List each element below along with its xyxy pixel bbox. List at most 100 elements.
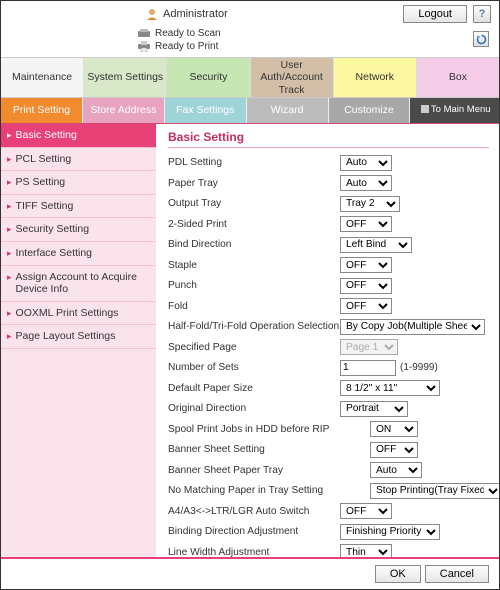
setting-select-16[interactable]: Stop Printing(Tray Fixed) [370,483,499,499]
tab-secondary-3[interactable]: Wizard [247,98,329,123]
setting-row-16: No Matching Paper in Tray SettingStop Pr… [168,482,489,499]
setting-label: Output Tray [168,198,340,209]
tab-secondary-4[interactable]: Customize [329,98,411,123]
tab-primary-3[interactable]: User Auth/Account Track [251,58,334,97]
sidebar-item-label: Basic Setting [16,129,77,142]
setting-label: Paper Tray [168,178,340,189]
setting-row-0: PDL SettingAuto [168,154,489,171]
printer-icon [137,41,151,52]
sidebar-item-3[interactable]: ▸ TIFF Setting [1,195,156,219]
setting-label: Banner Sheet Paper Tray [168,465,340,476]
setting-select-3[interactable]: OFF [340,216,392,232]
setting-select-4[interactable]: Left Bind [340,237,412,253]
setting-row-11: Default Paper Size8 1/2" x 11" [168,380,489,397]
help-button[interactable]: ? [473,5,491,23]
status-area: Ready to Scan Ready to Print [137,25,499,57]
footer-bar: OK Cancel [1,557,499,589]
triangle-icon: ▸ [7,130,12,141]
triangle-icon: ▸ [7,248,12,259]
setting-label: Specified Page [168,342,340,353]
cancel-button[interactable]: Cancel [425,565,489,583]
setting-label: Bind Direction [168,239,340,250]
setting-label: No Matching Paper in Tray Setting [168,485,340,496]
triangle-icon: ▸ [7,308,12,319]
status-scan: Ready to Scan [137,27,499,40]
tab-secondary-5[interactable]: To Main Menu [410,98,499,123]
setting-select-11[interactable]: 8 1/2" x 11" [340,380,440,396]
triangle-icon: ▸ [7,177,12,188]
triangle-icon: ▸ [7,201,12,212]
setting-label: Banner Sheet Setting [168,444,340,455]
top-bar: Administrator Logout ? [1,1,499,25]
setting-select-7[interactable]: OFF [340,298,392,314]
tab-secondary-2[interactable]: Fax Settings [165,98,247,123]
setting-select-1[interactable]: Auto [340,175,392,191]
setting-row-2: Output TrayTray 2 [168,195,489,212]
user-label: Administrator [163,8,228,20]
setting-label: Number of Sets [168,362,340,373]
tab-primary-2[interactable]: Security [167,58,250,97]
setting-select-12[interactable]: Portrait [340,401,408,417]
setting-label: Staple [168,260,340,271]
refresh-icon [476,34,487,45]
setting-label: Original Direction [168,403,340,414]
setting-select-14[interactable]: OFF [370,442,418,458]
status-print: Ready to Print [137,40,499,53]
setting-label: 2-Sided Print [168,219,340,230]
setting-row-12: Original DirectionPortrait [168,400,489,417]
setting-row-1: Paper TrayAuto [168,175,489,192]
setting-select-18[interactable]: Finishing Priority [340,524,440,540]
sidebar-item-1[interactable]: ▸PCL Setting [1,148,156,172]
setting-hint: (1-9999) [400,362,438,373]
logout-button[interactable]: Logout [403,5,467,23]
sidebar-item-label: TIFF Setting [16,200,74,213]
setting-label: PDL Setting [168,157,340,168]
sidebar-item-0[interactable]: ▸ Basic Setting [1,124,156,148]
setting-row-5: StapleOFF [168,257,489,274]
setting-select-8[interactable]: By Copy Job(Multiple Sheets) [340,319,485,335]
setting-row-15: Banner Sheet Paper Tray Auto [168,462,489,479]
sidebar-item-8[interactable]: ▸Page Layout Settings [1,325,156,349]
ok-button[interactable]: OK [375,565,421,583]
home-icon [419,103,431,115]
setting-select-5[interactable]: OFF [340,257,392,273]
setting-label: Default Paper Size [168,383,340,394]
sidebar-item-5[interactable]: ▸ Interface Setting [1,242,156,266]
refresh-button[interactable] [473,31,489,47]
triangle-icon: ▸ [7,272,12,283]
sidebar-item-label: Interface Setting [16,247,92,260]
sidebar-item-7[interactable]: ▸OOXML Print Settings [1,302,156,326]
setting-label: Half-Fold/Tri-Fold Operation Selection [168,321,340,332]
setting-row-6: PunchOFF [168,277,489,294]
setting-row-17: A4/A3<->LTR/LGR Auto SwitchOFF [168,503,489,520]
setting-input-10[interactable] [340,360,396,376]
sidebar-item-6[interactable]: ▸ Assign Account to Acquire Device Info [1,266,156,302]
tab-secondary-0[interactable]: Print Setting [1,98,83,123]
setting-row-13: Spool Print Jobs in HDD before RIP ON [168,421,489,438]
tab-primary-1[interactable]: System Settings [84,58,167,97]
scanner-icon [137,28,151,39]
sidebar-item-label: Assign Account to Acquire Device Info [16,271,150,296]
setting-select-2[interactable]: Tray 2 [340,196,400,212]
setting-select-6[interactable]: OFF [340,278,392,294]
setting-row-4: Bind DirectionLeft Bind [168,236,489,253]
sidebar-item-label: Security Setting [16,223,90,236]
setting-label: Line Width Adjustment [168,547,340,558]
tab-primary-4[interactable]: Network [334,58,417,97]
tab-primary-5[interactable]: Box [417,58,499,97]
setting-select-17[interactable]: OFF [340,503,392,519]
setting-label: Fold [168,301,340,312]
setting-label: Spool Print Jobs in HDD before RIP [168,424,340,435]
sidebar-item-4[interactable]: ▸Security Setting [1,218,156,242]
tab-primary-0[interactable]: Maintenance [1,58,84,97]
sidebar: ▸ Basic Setting ▸PCL Setting ▸ PS Setting ▸ TI… [1,124,156,589]
sidebar-item-label: PS Setting [16,176,66,189]
setting-select-13[interactable]: ON [370,421,418,437]
sidebar-item-2[interactable]: ▸ PS Setting [1,171,156,195]
setting-select-9: Page 1 [340,339,398,355]
triangle-icon: ▸ [7,331,12,342]
setting-select-15[interactable]: Auto [370,462,422,478]
tab-secondary-1[interactable]: Store Address [83,98,165,123]
primary-tabs: MaintenanceSystem SettingsSecurityUser A… [1,57,499,97]
setting-select-0[interactable]: Auto [340,155,392,171]
